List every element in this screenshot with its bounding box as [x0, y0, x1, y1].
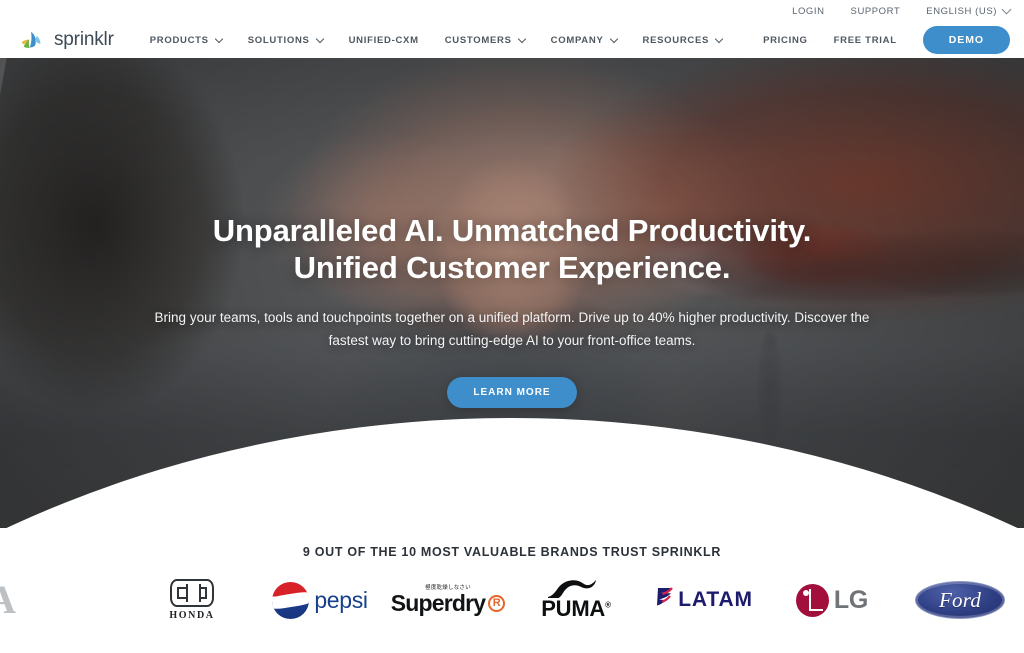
hero-title-line-1: Unparalleled AI. Unmatched Productivity.: [212, 213, 812, 248]
logo-pepsi[interactable]: pepsi: [256, 568, 384, 632]
logo-superdry-label: Superdry: [390, 590, 486, 616]
main-navigation: PRODUCTS SOLUTIONS UNIFIED-CXM CUSTOMERS…: [149, 34, 748, 46]
nav-item-unified-cxm[interactable]: UNIFIED-CXM: [349, 35, 419, 46]
logo-honda[interactable]: HONDA: [128, 568, 256, 632]
header-link-pricing[interactable]: PRICING: [763, 35, 808, 46]
utility-link-support[interactable]: SUPPORT: [851, 6, 901, 17]
hero-title-line-2: Unified Customer Experience.: [293, 249, 731, 285]
header-link-free-trial[interactable]: FREE TRIAL: [834, 35, 897, 46]
logo-lg-label: LG: [833, 585, 869, 614]
logo-pepsi-label: pepsi: [314, 586, 368, 613]
utility-link-login[interactable]: LOGIN: [792, 6, 824, 17]
ford-oval-icon: Ford: [915, 581, 1005, 619]
lg-face-icon: [795, 583, 829, 617]
logo-puma[interactable]: PUMA®: [512, 568, 640, 632]
learn-more-button[interactable]: LEARN MORE: [447, 376, 577, 408]
header-actions: PRICING FREE TRIAL DEMO: [763, 26, 1024, 54]
logo-partial-label: A: [0, 577, 16, 622]
nav-item-company-label: COMPANY: [550, 34, 604, 46]
language-selector[interactable]: ENGLISH (US): [926, 4, 1012, 17]
chevron-down-icon: [517, 34, 526, 43]
honda-badge-icon: [169, 579, 214, 607]
sprinklr-splash-logo-icon: [21, 31, 41, 48]
hero-section: Unparalleled AI. Unmatched Productivity.…: [0, 58, 1024, 528]
hero-content: Unparalleled AI. Unmatched Productivity.…: [0, 58, 1024, 408]
nav-item-unified-cxm-label: UNIFIED-CXM: [348, 34, 419, 46]
logo-partial[interactable]: A: [0, 568, 128, 632]
logo-puma-label: PUMA®: [541, 596, 611, 621]
logo-ford-label: Ford: [938, 587, 982, 612]
brand-home-link[interactable]: sprinklr: [20, 28, 114, 52]
site-header: sprinklr PRODUCTS SOLUTIONS UNIFIED-CXM …: [0, 22, 1024, 58]
logo-latam[interactable]: LATAM: [640, 568, 768, 632]
chevron-down-icon: [315, 34, 324, 43]
nav-item-resources-label: RESOURCES: [642, 34, 710, 46]
nav-item-solutions-label: SOLUTIONS: [247, 34, 310, 46]
language-selector-label: ENGLISH (US): [926, 5, 997, 17]
logo-lg[interactable]: LG: [768, 568, 896, 632]
nav-item-customers[interactable]: CUSTOMERS: [444, 34, 526, 46]
nav-item-customers-label: CUSTOMERS: [444, 34, 512, 46]
nav-item-products[interactable]: PRODUCTS: [149, 34, 223, 46]
puma-cat-icon: [548, 579, 596, 598]
brand-name: sprinklr: [54, 29, 114, 50]
brand-logo-row: A HONDA pepsi 極度乾燥しなさい Superdry R PUMA® …: [0, 568, 1024, 632]
nav-item-solutions[interactable]: SOLUTIONS: [247, 34, 324, 46]
demo-button[interactable]: DEMO: [922, 26, 1010, 54]
logo-latam-label: LATAM: [678, 588, 753, 611]
chevron-down-icon: [214, 34, 223, 43]
logo-honda-label: HONDA: [169, 610, 215, 621]
logo-superdry[interactable]: 極度乾燥しなさい Superdry R: [384, 568, 512, 632]
trust-bar-title: 9 OUT OF THE 10 MOST VALUABLE BRANDS TRU…: [302, 545, 722, 559]
latam-ribbon-icon: [657, 587, 674, 606]
chevron-down-icon: [609, 34, 618, 43]
utility-bar: LOGIN SUPPORT ENGLISH (US): [0, 0, 1024, 22]
logo-ford[interactable]: Ford: [896, 568, 1024, 632]
hero-title: Unparalleled AI. Unmatched Productivity.…: [0, 213, 1024, 286]
nav-item-resources[interactable]: RESOURCES: [642, 34, 724, 46]
pepsi-globe-icon: [272, 581, 310, 619]
nav-item-company[interactable]: COMPANY: [550, 34, 618, 46]
chevron-down-icon: [1001, 4, 1012, 15]
registered-trademark-icon: R: [488, 595, 506, 612]
nav-item-products-label: PRODUCTS: [149, 34, 209, 46]
hero-subtitle: Bring your teams, tools and touchpoints …: [154, 310, 870, 349]
chevron-down-icon: [714, 34, 724, 43]
